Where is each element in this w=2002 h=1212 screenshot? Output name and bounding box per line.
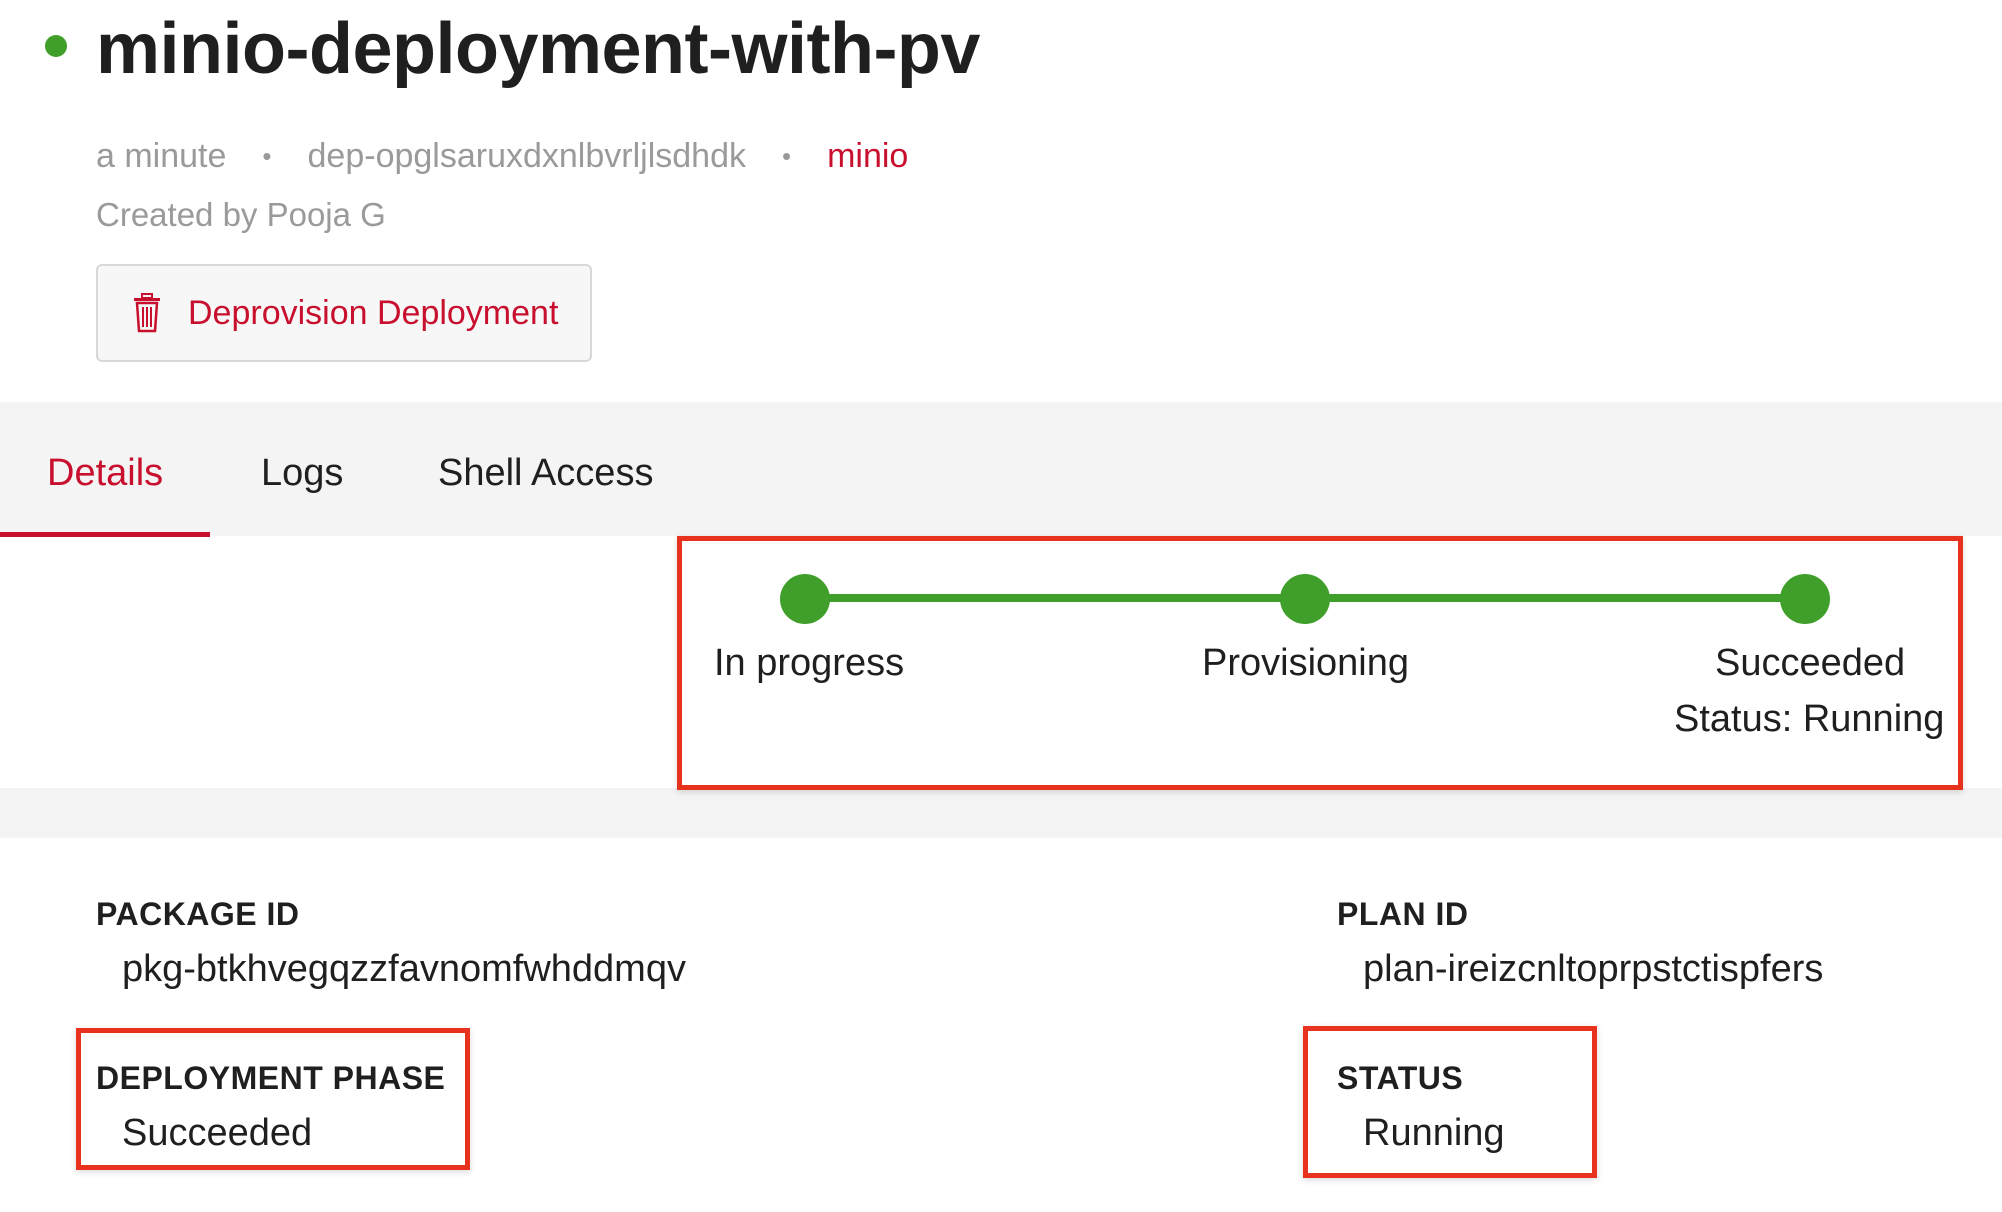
highlight-box-status — [1303, 1026, 1597, 1178]
highlight-box-progress — [677, 536, 1963, 790]
deployment-age: a minute — [96, 137, 227, 175]
plan-id-value: plan-ireizcnltoprpstctispfers — [1363, 948, 1824, 990]
active-tab-indicator — [0, 532, 210, 537]
deployment-meta: a minute • dep-opglsaruxdxnlbvrljlsdhdk … — [96, 137, 908, 176]
status-indicator-dot — [45, 35, 67, 57]
deployment-id: dep-opglsaruxdxnlbvrljlsdhdk — [307, 137, 746, 175]
plan-id-label: PLAN ID — [1337, 896, 1469, 932]
package-link[interactable]: minio — [827, 137, 908, 176]
package-id-label: PACKAGE ID — [96, 896, 300, 932]
deprovision-deployment-button[interactable]: Deprovision Deployment — [96, 264, 592, 362]
meta-separator: • — [262, 141, 272, 171]
highlight-box-deployment-phase — [76, 1028, 470, 1170]
trash-icon — [134, 293, 160, 333]
deprovision-deployment-label: Deprovision Deployment — [188, 293, 559, 332]
tab-logs[interactable]: Logs — [261, 452, 343, 495]
meta-separator: • — [781, 141, 792, 171]
package-id-value: pkg-btkhvegqzzfavnomfwhddmqv — [122, 948, 686, 990]
tab-details[interactable]: Details — [47, 452, 163, 495]
section-divider — [0, 788, 2002, 838]
tab-shell-access[interactable]: Shell Access — [438, 452, 653, 495]
page-title: minio-deployment-with-pv — [96, 9, 980, 89]
created-by: Created by Pooja G — [96, 196, 386, 233]
